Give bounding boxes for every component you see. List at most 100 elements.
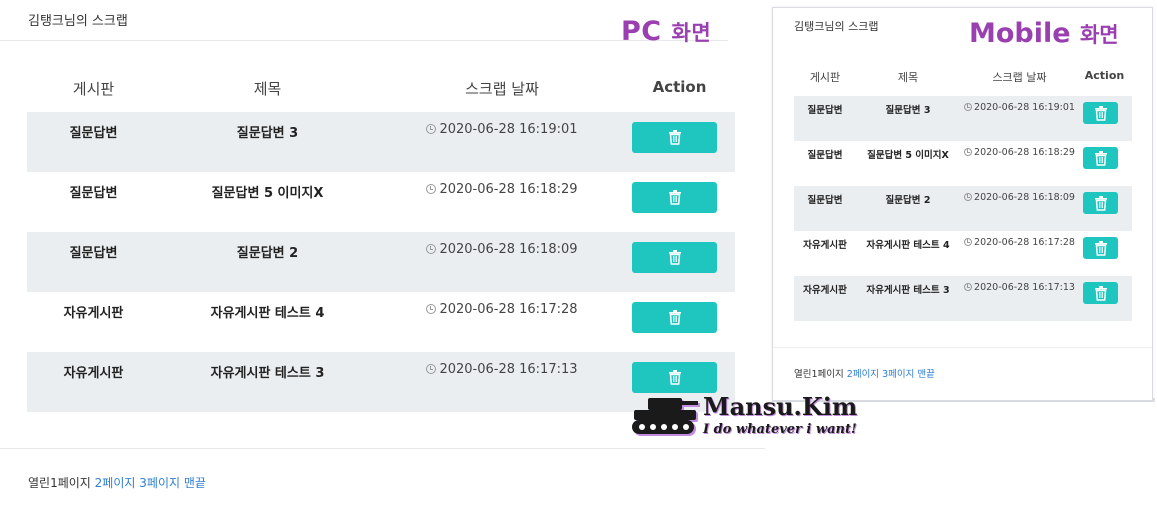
mobile-pagination: 열린1페이지 2페이지 3페이지 맨끝 [794, 366, 935, 380]
row-title: 자유게시판 테스트 4 [866, 240, 950, 251]
column-header-date: 스크랩 날짜 [465, 80, 539, 98]
trash-icon [1094, 195, 1107, 211]
table-row: 질문답변 질문답변 5 이미지X 2020-06-28 16:18:29 [27, 172, 735, 232]
row-date-text: 2020-06-28 16:18:29 [974, 147, 1075, 158]
row-title: 질문답변 5 이미지X [211, 186, 324, 201]
trash-icon [668, 250, 681, 265]
row-date-text: 2020-06-28 16:17:28 [974, 237, 1075, 248]
mobile-scrap-table: 게시판 제목 스크랩 날짜 Action 질문답변 질문답변 3 2020-06… [794, 64, 1132, 321]
clock-icon [426, 304, 437, 314]
watermark-tagline: I do whatever i want! [703, 422, 857, 437]
row-date: 2020-06-28 16:19:01 [962, 102, 1077, 113]
delete-button[interactable] [632, 302, 717, 333]
row-board: 질문답변 [807, 195, 843, 206]
row-board: 질문답변 [807, 150, 843, 161]
row-action [1083, 102, 1118, 125]
pagination-page-2[interactable]: 2페이지 [847, 369, 879, 380]
row-title: 자유게시판 테스트 3 [866, 285, 950, 296]
row-action [1083, 237, 1118, 260]
table-row: 질문답변 질문답변 3 2020-06-28 16:19:01 [27, 112, 735, 172]
clock-icon [964, 193, 973, 201]
row-date-text: 2020-06-28 16:18:09 [974, 192, 1075, 203]
delete-button[interactable] [632, 182, 717, 213]
row-title: 질문답변 3 [236, 126, 299, 141]
table-row: 질문답변 질문답변 5 이미지X 2020-06-28 16:18:29 [794, 141, 1132, 186]
row-title: 질문답변 2 [236, 246, 299, 261]
row-date: 2020-06-28 16:17:28 [387, 302, 617, 317]
delete-button[interactable] [632, 362, 717, 393]
watermark-name: Mansu.Kim [703, 392, 858, 421]
pc-page-title: 김탱크님의 스크랩 [28, 14, 128, 29]
row-date-text: 2020-06-28 16:18:29 [439, 182, 578, 197]
pc-scrap-table: 게시판 제목 스크랩 날짜 Action 질문답변 질문답변 3 2020-06… [27, 64, 735, 412]
row-action [1083, 192, 1118, 215]
pagination-page-2[interactable]: 2페이지 [95, 476, 136, 490]
delete-button[interactable] [1083, 102, 1118, 124]
row-date: 2020-06-28 16:19:01 [387, 122, 617, 137]
clock-icon [964, 283, 973, 291]
table-row: 자유게시판 자유게시판 테스트 4 2020-06-28 16:17:28 [27, 292, 735, 352]
clock-icon [426, 124, 437, 134]
trash-icon [1094, 150, 1107, 166]
row-board: 자유게시판 [803, 285, 847, 296]
pagination-page-3[interactable]: 3페이지 [139, 476, 180, 490]
pagination-page-3[interactable]: 3페이지 [882, 369, 914, 380]
row-action [632, 182, 717, 213]
trash-icon [668, 310, 681, 325]
row-date: 2020-06-28 16:17:13 [962, 282, 1077, 293]
clock-icon [964, 148, 973, 156]
table-row: 자유게시판 자유게시판 테스트 3 2020-06-28 16:17:13 [27, 352, 735, 412]
pagination-last[interactable]: 맨끝 [184, 476, 206, 490]
row-title: 질문답변 5 이미지X [867, 150, 949, 161]
pagination-last[interactable]: 맨끝 [917, 369, 934, 380]
pc-footer-divider [0, 448, 765, 449]
pc-header-divider [0, 40, 728, 41]
delete-button[interactable] [632, 122, 717, 153]
table-row: 질문답변 질문답변 2 2020-06-28 16:18:09 [794, 186, 1132, 231]
pagination-current: 열린1페이지 [28, 476, 91, 490]
trash-icon [1094, 105, 1107, 121]
table-row: 자유게시판 자유게시판 테스트 4 2020-06-28 16:17:28 [794, 231, 1132, 276]
pc-badge-ko: 화면 [671, 21, 712, 45]
mobile-badge-ko: 화면 [1079, 23, 1119, 47]
delete-button[interactable] [632, 242, 717, 273]
row-date: 2020-06-28 16:18:29 [962, 147, 1077, 158]
row-board: 자유게시판 [63, 306, 124, 321]
row-date-text: 2020-06-28 16:19:01 [439, 122, 578, 137]
pc-badge-en: PC [621, 16, 662, 47]
table-row: 질문답변 질문답변 3 2020-06-28 16:19:01 [794, 96, 1132, 141]
clock-icon [426, 244, 437, 254]
row-date: 2020-06-28 16:18:29 [387, 182, 617, 197]
column-header-date: 스크랩 날짜 [992, 71, 1047, 84]
row-date-text: 2020-06-28 16:18:09 [439, 242, 578, 257]
row-board: 질문답변 [69, 246, 118, 261]
row-title: 질문답변 3 [885, 105, 931, 116]
row-date-text: 2020-06-28 16:17:13 [439, 362, 578, 377]
row-action [1083, 282, 1118, 305]
delete-button[interactable] [1083, 282, 1118, 304]
clock-icon [964, 238, 973, 246]
row-date-text: 2020-06-28 16:17:13 [974, 282, 1075, 293]
mobile-badge-en: Mobile [969, 18, 1071, 49]
delete-button[interactable] [1083, 237, 1118, 259]
clock-icon [426, 364, 437, 374]
column-header-title: 제목 [253, 80, 282, 98]
trash-icon [668, 130, 681, 145]
row-date: 2020-06-28 16:18:09 [962, 192, 1077, 203]
row-date: 2020-06-28 16:17:28 [962, 237, 1077, 248]
column-header-board: 게시판 [72, 80, 115, 98]
row-title: 질문답변 2 [885, 195, 931, 206]
row-action [632, 302, 717, 333]
row-date: 2020-06-28 16:18:09 [387, 242, 617, 257]
watermark: Mansu.Kim I do whatever i want! [632, 392, 864, 440]
mobile-page-title: 김탱크님의 스크랩 [794, 20, 879, 33]
row-action [1083, 147, 1118, 170]
delete-button[interactable] [1083, 147, 1118, 169]
delete-button[interactable] [1083, 192, 1118, 214]
row-board: 질문답변 [807, 105, 843, 116]
row-board: 자유게시판 [63, 366, 124, 381]
row-action [632, 122, 717, 153]
trash-icon [1094, 240, 1107, 256]
row-action [632, 242, 717, 273]
clock-icon [964, 103, 973, 111]
